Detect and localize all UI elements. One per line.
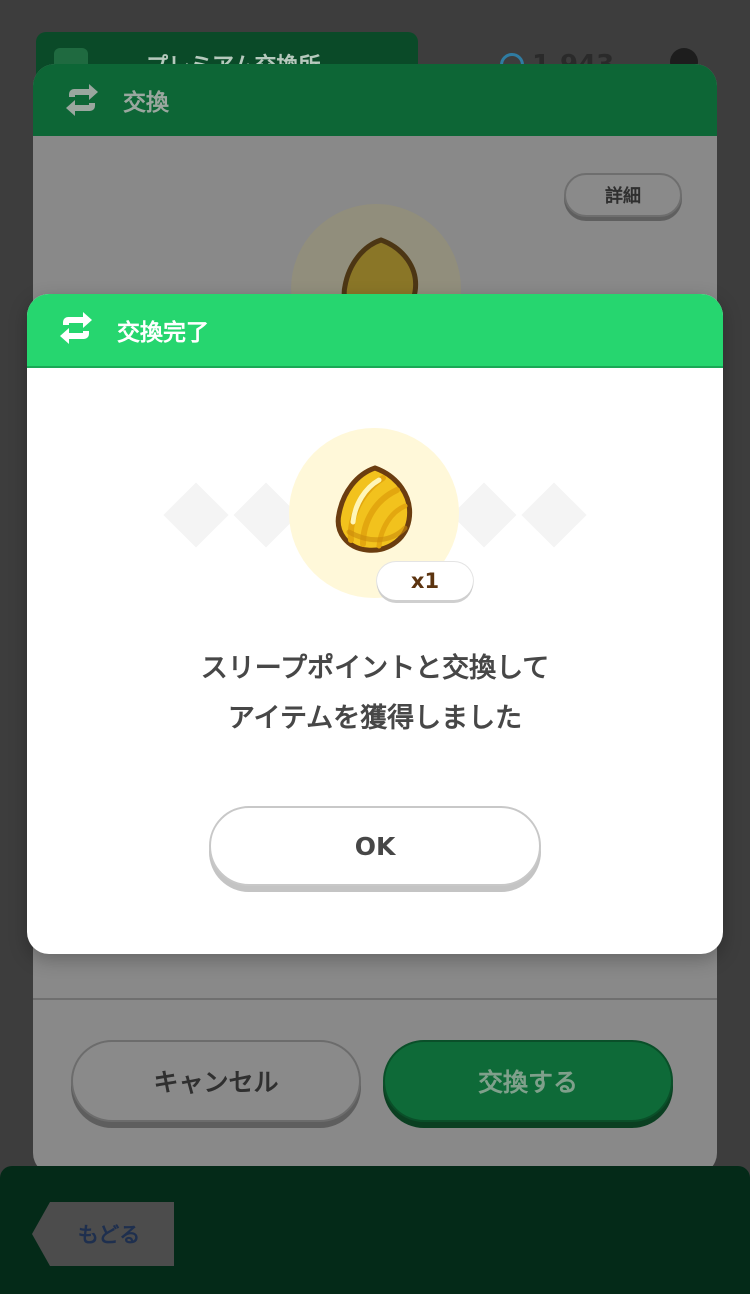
decoration-diamond bbox=[521, 482, 587, 548]
dialog-header: 交換完了 bbox=[27, 294, 723, 366]
quantity-badge: x1 bbox=[377, 562, 473, 600]
dialog-title: 交換完了 bbox=[117, 320, 209, 346]
exchange-button[interactable]: 交換する bbox=[383, 1040, 673, 1122]
message-line-1: スリープポイントと交換して bbox=[200, 653, 550, 684]
back-button[interactable]: もどる bbox=[32, 1202, 174, 1266]
golden-seed-icon bbox=[327, 462, 423, 562]
decoration-diamond bbox=[163, 482, 229, 548]
exchange-modal-title: 交換 bbox=[123, 90, 169, 116]
decoration-diamond bbox=[451, 482, 517, 548]
cancel-button[interactable]: キャンセル bbox=[71, 1040, 361, 1122]
exchange-icon bbox=[57, 311, 95, 349]
exchange-icon bbox=[63, 83, 101, 117]
divider bbox=[33, 998, 717, 1000]
exchange-modal-header: 交換 bbox=[33, 64, 717, 136]
message-line-2: アイテムを獲得しました bbox=[227, 702, 523, 734]
exchange-complete-dialog: 交換完了 x1 スリープポイントと交換して アイテムを獲得しました OK bbox=[27, 294, 723, 954]
detail-button[interactable]: 詳細 bbox=[564, 173, 682, 217]
ok-button[interactable]: OK bbox=[209, 806, 541, 886]
result-message: スリープポイントと交換して アイテムを獲得しました bbox=[27, 644, 723, 744]
header-divider bbox=[27, 366, 723, 368]
